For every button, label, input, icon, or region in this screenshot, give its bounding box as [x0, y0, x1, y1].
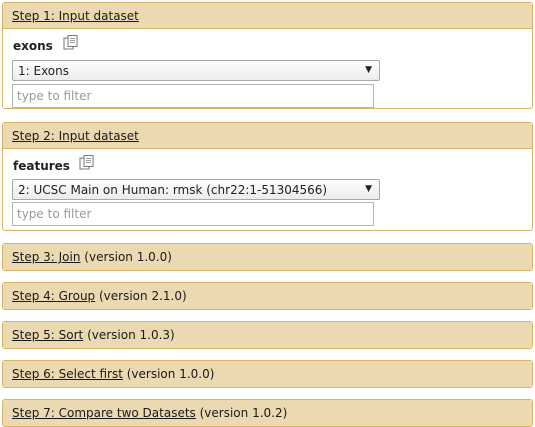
- step-3-title[interactable]: Step 3: Join: [12, 250, 80, 264]
- step-1-selected-value: 1: Exons: [18, 64, 70, 78]
- step-7-version: (version 1.0.2): [199, 406, 288, 420]
- step-1-filter-input[interactable]: [12, 84, 374, 108]
- step-5-version: (version 1.0.3): [87, 328, 175, 342]
- step-6-version: (version 1.0.0): [126, 367, 215, 381]
- step-1-dataset-select[interactable]: 1: Exons ▼: [12, 60, 380, 81]
- workflow-step-1: Step 1: Input dataset exons 1: Exons ▼: [2, 2, 533, 109]
- workflow-step-4[interactable]: Step 4: Group (version 2.1.0): [2, 282, 533, 310]
- workflow-step-2: Step 2: Input dataset features 2: UCSC M…: [2, 122, 533, 231]
- chevron-down-icon: ▼: [365, 184, 372, 194]
- copy-datasets-icon[interactable]: [79, 155, 95, 173]
- workflow-step-3[interactable]: Step 3: Join (version 1.0.0): [2, 243, 533, 271]
- step-2-header[interactable]: Step 2: Input dataset: [3, 123, 532, 149]
- step-7-title[interactable]: Step 7: Compare two Datasets: [12, 406, 196, 420]
- step-7-header[interactable]: Step 7: Compare two Datasets (version 1.…: [3, 400, 532, 426]
- step-1-param: exons 1: Exons ▼: [3, 29, 532, 108]
- workflow-step-5[interactable]: Step 5: Sort (version 1.0.3): [2, 321, 533, 349]
- step-1-title[interactable]: Step 1: Input dataset: [12, 9, 139, 23]
- step-2-selected-value: 2: UCSC Main on Human: rmsk (chr22:1-513…: [18, 183, 328, 197]
- step-5-title[interactable]: Step 5: Sort: [12, 328, 83, 342]
- step-4-header[interactable]: Step 4: Group (version 2.1.0): [3, 283, 532, 309]
- step-1-header[interactable]: Step 1: Input dataset: [3, 3, 532, 29]
- chevron-down-icon: ▼: [365, 65, 372, 75]
- step-3-version: (version 1.0.0): [84, 250, 172, 264]
- workflow-step-7[interactable]: Step 7: Compare two Datasets (version 1.…: [2, 399, 533, 427]
- step-2-dataset-select[interactable]: 2: UCSC Main on Human: rmsk (chr22:1-513…: [12, 179, 380, 200]
- step-6-header[interactable]: Step 6: Select first (version 1.0.0): [3, 361, 532, 387]
- step-6-title[interactable]: Step 6: Select first: [12, 367, 123, 381]
- step-2-param-label: features: [13, 159, 70, 173]
- step-2-filter-input[interactable]: [12, 202, 374, 226]
- step-2-title[interactable]: Step 2: Input dataset: [12, 129, 139, 143]
- copy-datasets-icon[interactable]: [63, 35, 79, 53]
- step-4-title[interactable]: Step 4: Group: [12, 289, 95, 303]
- step-2-param: features 2: UCSC Main on Human: rmsk (ch…: [3, 149, 532, 229]
- step-3-header[interactable]: Step 3: Join (version 1.0.0): [3, 244, 532, 270]
- step-4-version: (version 2.1.0): [99, 289, 187, 303]
- step-5-header[interactable]: Step 5: Sort (version 1.0.3): [3, 322, 532, 348]
- workflow-step-6[interactable]: Step 6: Select first (version 1.0.0): [2, 360, 533, 388]
- step-1-param-label: exons: [13, 39, 53, 53]
